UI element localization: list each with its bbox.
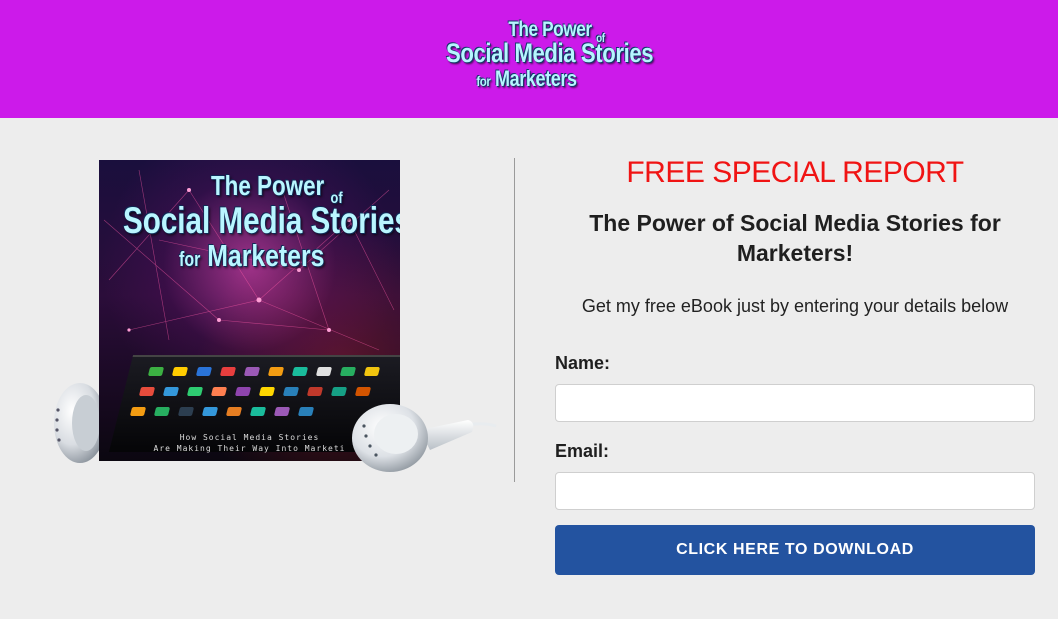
cover-title-line-3: Marketers <box>207 238 325 273</box>
app-icon <box>201 407 219 416</box>
vertical-divider <box>514 158 515 482</box>
app-icon <box>129 407 147 416</box>
app-icon <box>225 407 243 416</box>
app-icon <box>297 407 315 416</box>
app-icon <box>210 387 228 396</box>
logo-for: for <box>476 73 491 89</box>
download-button[interactable]: CLICK HERE TO DOWNLOAD <box>555 525 1035 575</box>
offer-subtext: Get my free eBook just by entering your … <box>581 296 1009 316</box>
name-field[interactable] <box>555 384 1035 422</box>
app-icon <box>234 387 252 396</box>
app-icon <box>291 367 309 376</box>
app-icon <box>267 367 285 376</box>
cover-title-for: for <box>179 249 201 271</box>
app-icon <box>249 407 267 416</box>
app-icon <box>138 387 156 396</box>
email-label: Email: <box>555 441 610 461</box>
cover-title-line-1: The Power <box>211 170 325 201</box>
app-icon <box>177 407 195 416</box>
site-logo[interactable]: The Power of Social Media Stories for Ma… <box>446 16 654 92</box>
app-icon <box>186 387 204 396</box>
app-icon <box>282 387 300 396</box>
app-icon <box>339 367 357 376</box>
app-icon <box>306 387 324 396</box>
offer-headline: The Power of Social Media Stories for Ma… <box>589 210 1001 266</box>
right-earbud-image <box>352 404 497 472</box>
app-icon <box>219 367 237 376</box>
app-icon <box>354 387 372 396</box>
app-icon <box>258 387 276 396</box>
offer-title: FREE SPECIAL REPORT <box>626 156 964 189</box>
name-label: Name: <box>555 353 611 373</box>
app-icon <box>195 367 213 376</box>
email-field[interactable] <box>555 472 1035 510</box>
app-icon <box>147 367 165 376</box>
app-icon <box>162 387 180 396</box>
logo-line-2: Social Media Stories <box>446 38 654 68</box>
app-icon <box>273 407 291 416</box>
app-icon <box>171 367 189 376</box>
app-icon <box>315 367 333 376</box>
logo-line-3: Marketers <box>495 66 577 91</box>
app-icon <box>330 387 348 396</box>
app-icon <box>243 367 261 376</box>
header-bar: The Power of Social Media Stories for Ma… <box>0 0 1058 118</box>
cover-title-line-2: Social Media Stories <box>123 200 400 241</box>
app-icon <box>153 407 171 416</box>
app-icon <box>363 367 381 376</box>
